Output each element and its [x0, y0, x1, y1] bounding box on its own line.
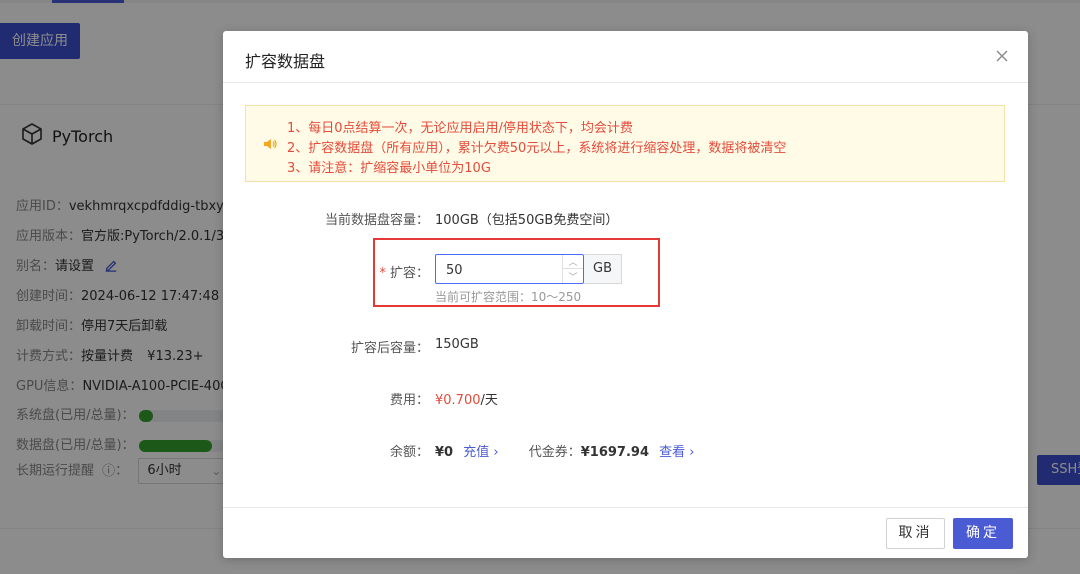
cancel-button[interactable]: 取消	[886, 518, 945, 549]
decrement-icon[interactable]: ﹀	[563, 269, 583, 283]
unit-addon: GB	[584, 254, 622, 284]
voucher-value: ¥1697.94	[580, 445, 650, 460]
notice-line: 3、请注意：扩缩容最小单位为10G	[287, 161, 491, 176]
balance-label: 余额：	[389, 445, 429, 460]
recharge-link[interactable]: 充值 ›	[463, 445, 498, 460]
view-voucher-link[interactable]: 查看 ›	[659, 445, 694, 460]
voucher-label: 代金券：	[528, 445, 581, 460]
chevron-right-icon: ›	[685, 445, 695, 460]
after-capacity-label: 扩容后容量：	[350, 341, 429, 356]
fee-value: ¥0.700/天	[435, 393, 498, 408]
chevron-right-icon: ›	[489, 445, 499, 460]
current-capacity-value: 100GB（包括50GB免费空间）	[435, 213, 619, 228]
speaker-icon	[262, 136, 278, 152]
close-icon[interactable]	[992, 46, 1012, 66]
notice-line: 2、扩容数据盘（所有应用），累计欠费50元以上，系统将进行缩容处理，数据将被清空	[287, 141, 787, 156]
fee-label: 费用：	[389, 393, 429, 408]
dialog-header: 扩容数据盘	[223, 31, 1028, 83]
notice-line: 1、每日0点结算一次，无论应用启用/停用状态下，均会计费	[287, 121, 633, 136]
confirm-button[interactable]: 确定	[953, 518, 1013, 549]
after-capacity-value: 150GB	[435, 337, 479, 352]
increment-icon[interactable]: ︿	[563, 255, 583, 269]
expand-amount-input[interactable]: ︿ ﹀	[435, 254, 584, 285]
expand-range-hint: 当前可扩容范围：10～250	[435, 290, 582, 304]
notice-banner: 1、每日0点结算一次，无论应用启用/停用状态下，均会计费 2、扩容数据盘（所有应…	[245, 105, 1005, 182]
dialog-footer: 取消 确定	[223, 507, 1028, 559]
expand-amount-field[interactable]	[436, 255, 568, 285]
current-capacity-label: 当前数据盘容量：	[324, 213, 429, 228]
expand-label: * 扩容：	[379, 266, 429, 281]
balance-value: ¥0 充值 › 代金券：¥1697.94 查看 ›	[435, 445, 695, 460]
quantity-stepper[interactable]: ︿ ﹀	[562, 255, 583, 283]
required-mark: *	[379, 266, 386, 281]
dialog-title: 扩容数据盘	[245, 52, 326, 71]
expand-disk-dialog: 扩容数据盘 1、每日0点结算一次，无论应用启用/停用状态下，均会计费 2、扩容数…	[223, 31, 1028, 558]
